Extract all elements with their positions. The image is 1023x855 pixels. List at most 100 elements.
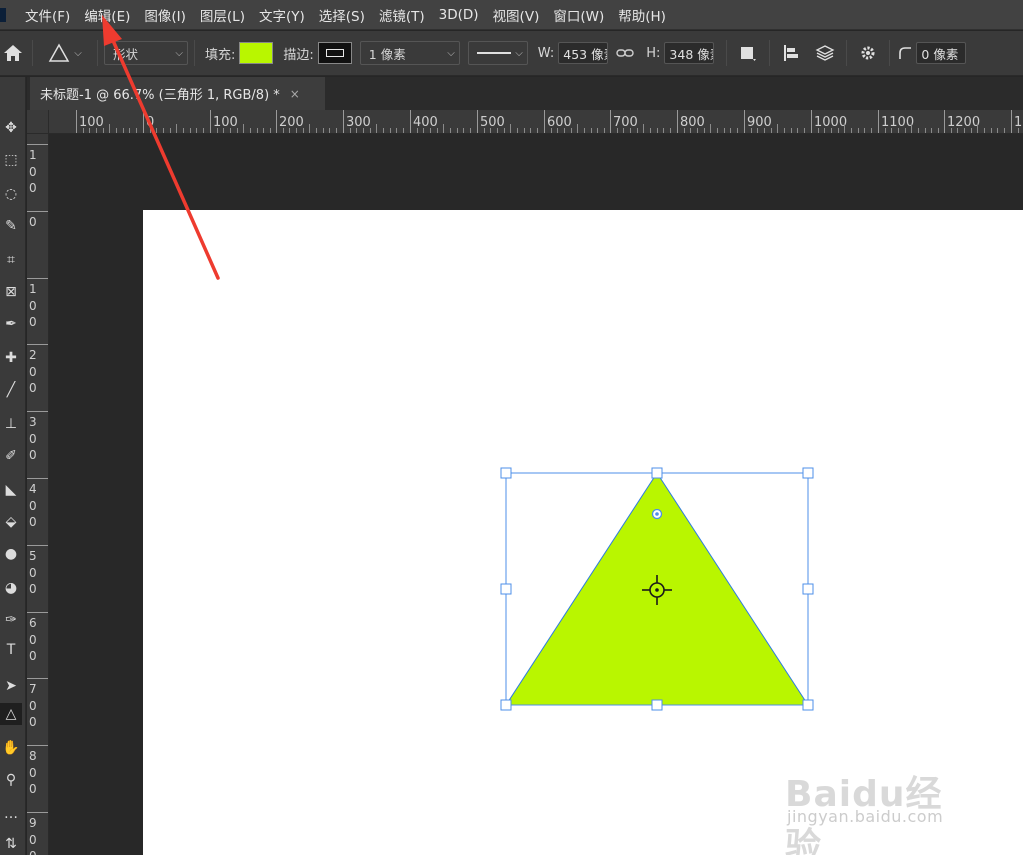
shape-icon[interactable]: △ [0,703,22,725]
ruler-minor-tick [457,128,458,133]
move-icon[interactable]: ✥ [0,117,22,139]
stroke-color-swatch[interactable] [317,42,352,64]
link-icon[interactable] [608,42,642,64]
menu-edit[interactable]: 编辑(E) [77,5,137,25]
gear-icon[interactable] [853,38,883,68]
tool-mode-select[interactable]: 形状 ⌵ [104,41,188,65]
menu-view[interactable]: 视图(V) [486,5,547,25]
eyedropper-icon[interactable]: ✒ [0,313,22,335]
triangle-tool-icon [48,43,70,62]
ruler-minor-tick [577,124,578,133]
gradient-icon[interactable]: ⬙ [0,511,22,533]
path-select-icon[interactable]: ➤ [0,675,22,697]
ruler-minor-tick [710,124,711,133]
width-label: W: [537,45,555,61]
vertical-ruler[interactable]: 1 0 0 0 1 0 0 2 0 0 3 0 0 4 0 0 5 0 0 6 0 0 7 0 … [27,134,49,855]
more-icon[interactable]: … [0,803,22,825]
brush-icon[interactable]: ╱ [0,379,22,401]
ruler-minor-tick [824,128,825,133]
ruler-minor-tick [196,128,197,133]
ruler-origin[interactable] [27,110,49,134]
transform-handle-bottom-left[interactable] [500,699,512,711]
ruler-minor-tick [190,128,191,133]
path-arrangement-icon[interactable] [810,38,840,68]
ruler-minor-tick [517,128,518,133]
ruler-minor-tick [885,128,886,133]
menu-file[interactable]: 文件(F) [18,5,77,25]
corner-radius-icon [896,38,914,68]
history-brush-icon[interactable]: ✐ [0,445,22,467]
blur-icon[interactable]: ● [0,543,22,565]
menu-type[interactable]: 文字(Y) [252,5,312,25]
ruler-minor-tick [497,128,498,133]
ruler-major-tick: 2 0 0 [27,344,48,395]
menu-filter[interactable]: 滤镜(T) [372,5,432,25]
transform-handle-bottom-right[interactable] [802,699,814,711]
stroke-line-icon [476,52,512,54]
pen-icon[interactable]: ✑ [0,609,22,631]
fill-color-swatch[interactable] [239,42,274,64]
transform-handle-bottom-center[interactable] [651,699,663,711]
horizontal-ruler[interactable]: 100 0 100 200 300 400 500 600 700 800 900 1000 1100 1… [49,110,1023,134]
stroke-width-select[interactable]: 1 像素 ⌵ [359,41,460,65]
path-operations-icon[interactable] [733,38,763,68]
document-tab[interactable]: 未标题-1 @ 66.7% (三角形 1, RGB/8) * × [30,77,325,110]
ruler-major-tick: 1 0 0 [27,144,48,195]
ruler-major-tick: 13 [1011,110,1023,133]
tool-preset-picker[interactable]: ⌵ [39,38,91,68]
ruler-tick-label: 0 [29,215,37,229]
corner-radius-input[interactable]: 0 像素 [916,42,967,64]
lasso-icon[interactable]: ◌ [0,183,22,205]
ruler-major-tick: 700 [610,110,638,133]
menu-window[interactable]: 窗口(W) [546,5,611,25]
menu-image[interactable]: 图像(I) [137,5,193,25]
healing-icon[interactable]: ✚ [0,347,22,369]
home-icon[interactable] [0,38,26,68]
ruler-minor-tick [150,128,151,133]
frame-icon[interactable]: ⊠ [0,281,22,303]
canvas-workspace[interactable] [49,134,1023,855]
menu-3d[interactable]: 3D(D) [432,7,486,23]
swap-colors-icon[interactable]: ⇅ [0,833,22,855]
tool-mode-value: 形状 [113,46,139,62]
crop-icon[interactable]: ⌗ [0,249,22,271]
corner-radius-widget[interactable] [651,508,663,520]
menu-help[interactable]: 帮助(H) [611,5,673,25]
path-alignment-icon[interactable] [776,38,806,68]
ruler-minor-tick [484,128,485,133]
transform-handle-top-right[interactable] [802,467,814,479]
ruler-minor-tick [89,128,90,133]
width-input[interactable]: 453 像素 [558,42,609,64]
height-input[interactable]: 348 像素 [664,42,715,64]
stamp-icon[interactable]: ⊥ [0,413,22,435]
zoom-icon[interactable]: ⚲ [0,769,22,791]
hand-icon[interactable]: ✋ [0,737,22,759]
eraser-icon[interactable]: ◣ [0,479,22,501]
type-icon[interactable]: T [0,639,22,661]
divider [726,40,728,66]
ruler-minor-tick [363,128,364,133]
divider [194,40,195,66]
menu-select[interactable]: 选择(S) [312,5,372,25]
stroke-type-select[interactable]: ⌵ [467,41,528,65]
ruler-minor-tick [370,128,371,133]
menu-layer[interactable]: 图层(L) [193,5,252,25]
transform-handle-middle-left[interactable] [500,583,512,595]
ruler-minor-tick [316,128,317,133]
transform-handle-top-center[interactable] [651,467,663,479]
ruler-minor-tick [777,124,778,133]
ruler-minor-tick [623,128,624,133]
ruler-minor-tick [329,128,330,133]
close-icon[interactable]: × [290,87,300,101]
ruler-minor-tick [537,128,538,133]
ruler-minor-tick [964,128,965,133]
quick-select-icon[interactable]: ✎ [0,215,22,237]
ruler-minor-tick [891,128,892,133]
watermark-site: jingyan.baidu.com [787,807,944,826]
transform-handle-top-left[interactable] [500,467,512,479]
ruler-major-tick: 400 [410,110,438,133]
transform-handle-middle-right[interactable] [802,583,814,595]
dodge-icon[interactable]: ◕ [0,577,22,599]
divider [769,40,771,66]
marquee-icon[interactable]: ⬚ [0,149,22,171]
